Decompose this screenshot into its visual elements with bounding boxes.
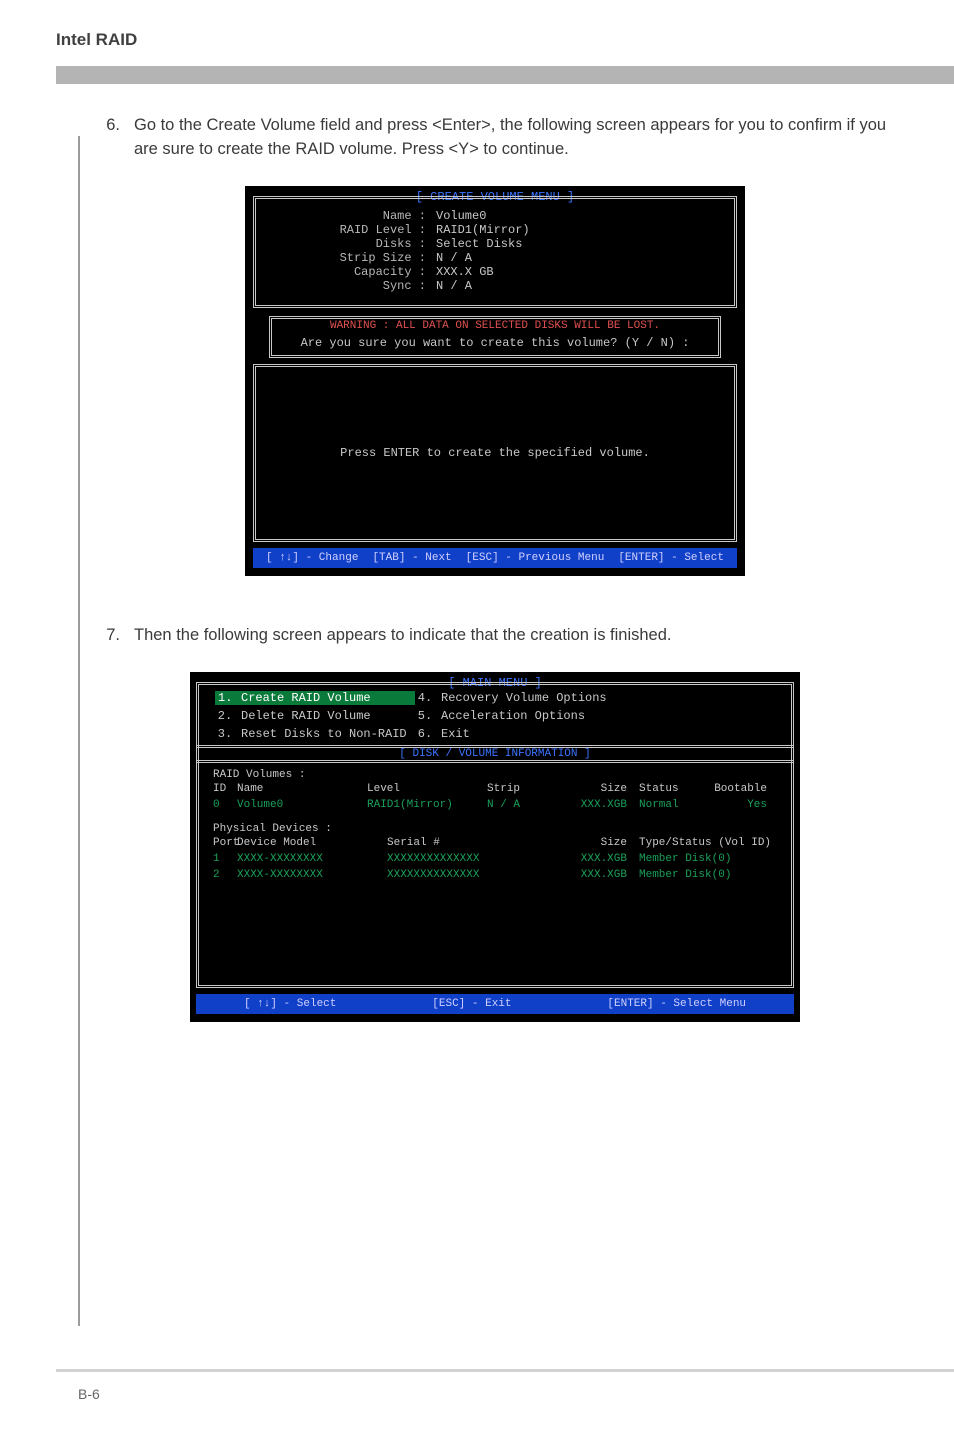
cell: XXXXXXXXXXXXXX bbox=[387, 853, 557, 865]
physical-row: 1 XXXX-XXXXXXXX XXXXXXXXXXXXXX XXX.XGB M… bbox=[213, 851, 777, 867]
cell: XXX.XGB bbox=[557, 853, 627, 865]
cell: N / A bbox=[487, 799, 547, 811]
cell: Member Disk(0) bbox=[627, 869, 777, 881]
warning-text: WARNING : ALL DATA ON SELECTED DISKS WIL… bbox=[280, 319, 710, 333]
menu-item: Reset Disks to Non-RAID bbox=[235, 727, 415, 741]
col-strip: Strip bbox=[487, 783, 547, 795]
menu-item: Delete RAID Volume bbox=[235, 709, 415, 723]
bios1-footer: [ ↑↓] - Change [TAB] - Next [ESC] - Prev… bbox=[253, 548, 737, 568]
bios2-menu: 1. Create RAID Volume 4. Recovery Volume… bbox=[199, 685, 791, 745]
raid-volumes-label: RAID Volumes : bbox=[213, 769, 777, 781]
hint-change: [ ↑↓] - Change bbox=[266, 552, 358, 564]
col-name: Name bbox=[237, 783, 367, 795]
header-divider bbox=[56, 66, 954, 84]
cell: 0 bbox=[213, 799, 237, 811]
cell: XXXX-XXXXXXXX bbox=[237, 869, 387, 881]
cell: XXXXXXXXXXXXXX bbox=[387, 869, 557, 881]
field-value: Select Disks bbox=[436, 237, 522, 251]
left-margin-rule bbox=[78, 136, 80, 1326]
physical-devices-label: Physical Devices : bbox=[213, 823, 777, 835]
cell: Normal bbox=[627, 799, 697, 811]
field-label: Sync : bbox=[276, 279, 436, 293]
cell: XXX.XGB bbox=[547, 799, 627, 811]
col-level: Level bbox=[367, 783, 487, 795]
field-value: RAID1(Mirror) bbox=[436, 223, 530, 237]
cell: Yes bbox=[697, 799, 767, 811]
menu-item: Acceleration Options bbox=[435, 709, 775, 723]
cell: 1 bbox=[213, 853, 237, 865]
menu-item: Exit bbox=[435, 727, 775, 741]
menu-item: Recovery Volume Options bbox=[435, 691, 775, 705]
col-type: Type/Status (Vol ID) bbox=[627, 837, 777, 849]
hint-esc: [ESC] - Exit bbox=[432, 998, 511, 1010]
cell: Volume0 bbox=[237, 799, 367, 811]
bios-main-menu-screenshot: [ MAIN MENU ] 1. Create RAID Volume 4. R… bbox=[190, 672, 800, 1022]
field-label: Capacity : bbox=[276, 265, 436, 279]
menu-num: 6. bbox=[415, 727, 435, 741]
bios1-warning-box: WARNING : ALL DATA ON SELECTED DISKS WIL… bbox=[269, 316, 721, 358]
col-size: Size bbox=[547, 783, 627, 795]
bios2-footer: [ ↑↓] - Select [ESC] - Exit [ENTER] - Se… bbox=[196, 994, 794, 1014]
step-number: 6. bbox=[96, 114, 120, 162]
instruction-text: Press ENTER to create the specified volu… bbox=[340, 446, 650, 460]
page-number: B-6 bbox=[78, 1386, 100, 1402]
cell: XXX.XGB bbox=[557, 869, 627, 881]
menu-num-selected: 1. bbox=[215, 691, 235, 705]
physical-row: 2 XXXX-XXXXXXXX XXXXXXXXXXXXXX XXX.XGB M… bbox=[213, 867, 777, 883]
menu-num: 4. bbox=[415, 691, 435, 705]
col-serial: Serial # bbox=[387, 837, 557, 849]
field-value: N / A bbox=[436, 279, 472, 293]
menu-num: 5. bbox=[415, 709, 435, 723]
cell: XXXX-XXXXXXXX bbox=[237, 853, 387, 865]
step-6: 6. Go to the Create Volume field and pre… bbox=[96, 114, 894, 162]
bios2-body: RAID Volumes : ID Name Level Strip Size … bbox=[199, 763, 791, 889]
field-value: N / A bbox=[436, 251, 472, 265]
step-number: 7. bbox=[96, 624, 120, 648]
bios2-outer-box: 1. Create RAID Volume 4. Recovery Volume… bbox=[196, 682, 794, 988]
col-size: Size bbox=[557, 837, 627, 849]
page-title: Intel RAID bbox=[0, 0, 954, 60]
footer-divider bbox=[56, 1369, 954, 1372]
bios1-instruction-box: Press ENTER to create the specified volu… bbox=[253, 364, 737, 542]
cell: Member Disk(0) bbox=[627, 853, 777, 865]
volume-header-row: ID Name Level Strip Size Status Bootable bbox=[213, 781, 777, 797]
volume-row: 0 Volume0 RAID1(Mirror) N / A XXX.XGB No… bbox=[213, 797, 777, 813]
field-label: Strip Size : bbox=[276, 251, 436, 265]
step-text: Then the following screen appears to ind… bbox=[134, 624, 894, 648]
content-area: 6. Go to the Create Volume field and pre… bbox=[0, 84, 954, 1022]
menu-num: 2. bbox=[215, 709, 235, 723]
menu-num: 3. bbox=[215, 727, 235, 741]
col-status: Status bbox=[627, 783, 697, 795]
field-value: XXX.X GB bbox=[436, 265, 494, 279]
hint-enter: [ENTER] - Select Menu bbox=[607, 998, 746, 1010]
col-port: Port bbox=[213, 837, 237, 849]
physical-header-row: Port Device Model Serial # Size Type/Sta… bbox=[213, 835, 777, 851]
menu-item-selected: Create RAID Volume bbox=[235, 691, 415, 705]
bios1-fields-box: Name :Volume0 RAID Level :RAID1(Mirror) … bbox=[253, 196, 737, 308]
col-model: Device Model bbox=[237, 837, 387, 849]
hint-enter: [ENTER] - Select bbox=[618, 552, 724, 564]
hint-tab: [TAB] - Next bbox=[372, 552, 451, 564]
hint-select: [ ↑↓] - Select bbox=[244, 998, 336, 1010]
step-text: Go to the Create Volume field and press … bbox=[134, 114, 894, 162]
cell: 2 bbox=[213, 869, 237, 881]
col-boot: Bootable bbox=[697, 783, 767, 795]
field-label: Name : bbox=[276, 209, 436, 223]
confirm-question: Are you sure you want to create this vol… bbox=[280, 333, 710, 351]
step-7: 7. Then the following screen appears to … bbox=[96, 624, 894, 648]
bios-create-volume-screenshot: [ CREATE VOLUME MENU ] Name :Volume0 RAI… bbox=[245, 186, 745, 576]
cell: RAID1(Mirror) bbox=[367, 799, 487, 811]
field-value: Volume0 bbox=[436, 209, 486, 223]
bios2-section-title: [ DISK / VOLUME INFORMATION ] bbox=[196, 745, 794, 763]
field-label: RAID Level : bbox=[276, 223, 436, 237]
field-label: Disks : bbox=[276, 237, 436, 251]
col-id: ID bbox=[213, 783, 237, 795]
hint-esc: [ESC] - Previous Menu bbox=[466, 552, 605, 564]
